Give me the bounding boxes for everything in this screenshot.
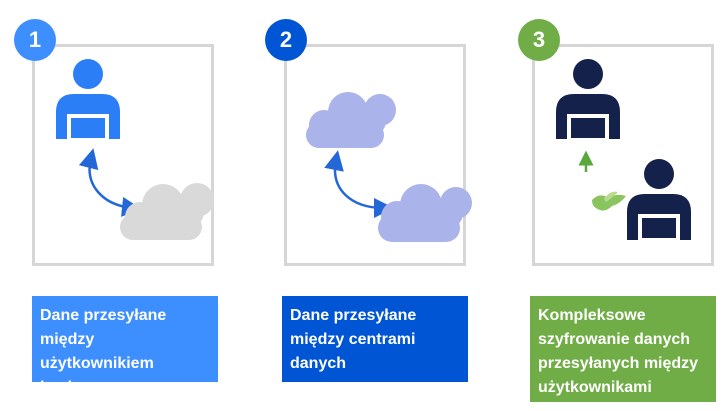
caption-line: między użytkownikiem xyxy=(40,331,154,372)
caption-line: Dane przesyłane xyxy=(290,307,417,324)
caption-step-1: Dane przesyłane między użytkownikiem i u… xyxy=(32,296,218,396)
caption-line: i usługą xyxy=(40,379,101,396)
panel-step-1 xyxy=(32,44,214,266)
caption-line: Dane przesyłane xyxy=(40,307,167,324)
caption-line: przesyłanych między xyxy=(538,355,699,372)
step-badge-1: 1 xyxy=(14,19,56,61)
caption-line: danych xyxy=(290,355,347,372)
caption-step-3: Kompleksowe szyfrowanie danych przesyłan… xyxy=(530,296,716,402)
step-badge-2: 2 xyxy=(265,19,307,61)
caption-step-2: Dane przesyłane między centrami danych xyxy=(282,296,468,382)
caption-line: szyfrowanie danych xyxy=(538,331,691,348)
step-badge-3: 3 xyxy=(518,19,560,61)
caption-line: użytkownikami xyxy=(538,379,652,396)
panel-step-2 xyxy=(284,44,466,266)
caption-line: między centrami xyxy=(290,331,416,348)
panel-step-3 xyxy=(532,44,714,266)
caption-line: Kompleksowe xyxy=(538,307,646,324)
